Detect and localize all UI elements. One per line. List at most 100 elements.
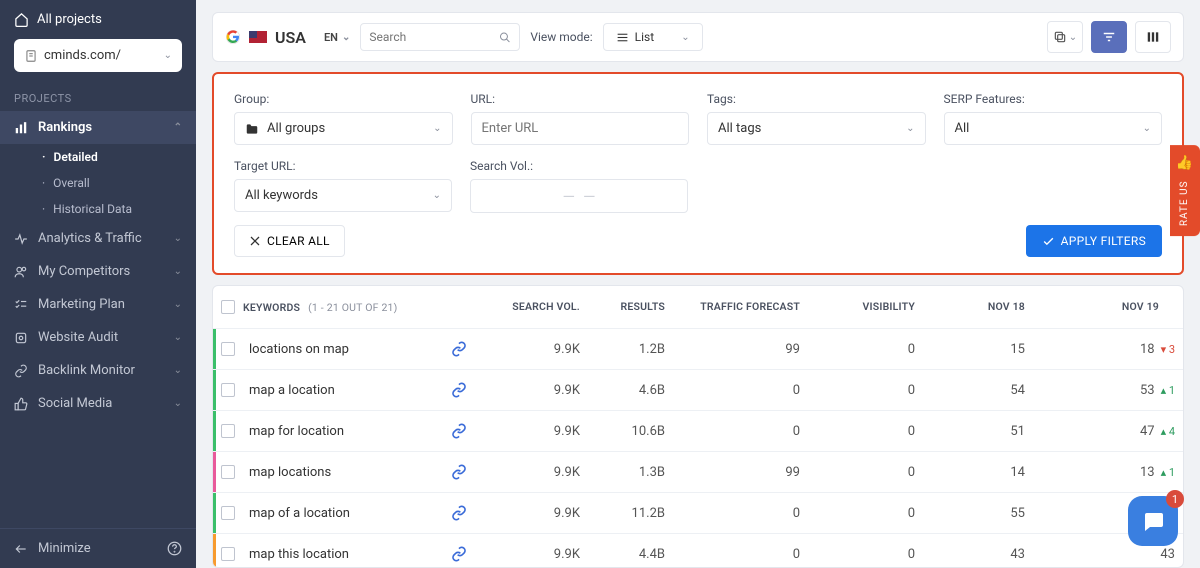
header-traffic-forecast[interactable]: TRAFFIC FORECAST: [673, 286, 808, 328]
chevron-down-icon: ⌄: [174, 332, 182, 343]
link-icon[interactable]: [451, 505, 467, 521]
clear-all-button[interactable]: CLEAR ALL: [234, 225, 345, 257]
row-checkbox[interactable]: [221, 424, 235, 438]
header-search-vol[interactable]: SEARCH VOL.: [483, 286, 588, 328]
link-icon[interactable]: [451, 464, 467, 480]
folder-icon: [245, 122, 259, 136]
columns-button[interactable]: [1135, 21, 1171, 53]
header-results[interactable]: RESULTS: [588, 286, 673, 328]
cell-date2: 47▴ 4: [1033, 411, 1183, 451]
chat-icon: [1141, 509, 1165, 533]
all-projects-link[interactable]: All projects: [14, 12, 182, 27]
link-icon: [14, 364, 28, 378]
filter-icon: [1102, 30, 1116, 44]
url-input[interactable]: [482, 121, 679, 136]
search-input[interactable]: [369, 30, 499, 44]
nav-competitors[interactable]: My Competitors ⌄: [0, 255, 196, 288]
chevron-down-icon: ⌄: [906, 123, 914, 134]
project-selector[interactable]: cminds.com/ ⌄: [14, 39, 182, 72]
cell-traffic-forecast: 99: [673, 452, 808, 492]
search-icon: [499, 31, 511, 44]
project-name: cminds.com/: [44, 48, 121, 63]
list-icon: [616, 31, 629, 44]
language-selector[interactable]: EN ⌄: [324, 31, 350, 44]
chevron-down-icon: ⌄: [174, 299, 182, 310]
thumb-up-icon: [14, 397, 28, 411]
row-checkbox[interactable]: [221, 342, 235, 356]
serp-select[interactable]: All ⌄: [944, 112, 1163, 145]
filter-toggle-button[interactable]: [1091, 21, 1127, 53]
country-selector[interactable]: USA EN ⌄: [225, 28, 350, 47]
cell-date1: 51: [923, 411, 1033, 451]
group-select[interactable]: All groups ⌄: [234, 112, 453, 145]
group-label: Group:: [234, 92, 453, 106]
nav-rankings[interactable]: Rankings ⌃: [0, 111, 196, 144]
cell-results: 10.6B: [588, 411, 673, 451]
tags-select[interactable]: All tags ⌄: [707, 112, 926, 145]
url-input-wrap[interactable]: [471, 112, 690, 145]
table-row[interactable]: map locations9.9K1.3B9901413▴ 1: [213, 452, 1183, 493]
link-icon[interactable]: [451, 546, 467, 562]
row-checkbox[interactable]: [221, 465, 235, 479]
table-row[interactable]: map of a location9.9K11.2B0055▾ 5: [213, 493, 1183, 534]
chevron-down-icon: ⌄: [164, 50, 172, 61]
checklist-icon: [14, 298, 28, 312]
cell-results: 11.2B: [588, 493, 673, 533]
cell-visibility: 0: [808, 493, 923, 533]
keyword-name: map locations: [249, 465, 331, 480]
columns-icon: [1146, 30, 1160, 44]
rate-us-tab[interactable]: RATE US 👍: [1170, 145, 1200, 236]
nav-sub-overall[interactable]: Overall: [0, 170, 196, 196]
cell-date1: 55: [923, 493, 1033, 533]
keyword-name: map this location: [249, 547, 349, 562]
cell-traffic-forecast: 0: [673, 370, 808, 410]
row-checkbox[interactable]: [221, 547, 235, 561]
header-date2[interactable]: NOV 19: [1033, 286, 1183, 328]
cell-visibility: 0: [808, 329, 923, 369]
cell-traffic-forecast: 99: [673, 329, 808, 369]
cell-date2: 13▴ 1: [1033, 452, 1183, 492]
header-date1[interactable]: NOV 18: [923, 286, 1033, 328]
link-icon[interactable]: [451, 423, 467, 439]
cell-visibility: 0: [808, 370, 923, 410]
viewmode-selector[interactable]: List ⌄: [603, 23, 703, 51]
row-checkbox[interactable]: [221, 383, 235, 397]
copy-button[interactable]: ⌄: [1047, 21, 1083, 53]
select-all-checkbox[interactable]: [221, 300, 235, 314]
country-label: USA: [275, 28, 306, 47]
table-row[interactable]: map for location9.9K10.6B005147▴ 4: [213, 411, 1183, 452]
scan-icon: [14, 331, 28, 345]
link-icon[interactable]: [451, 341, 467, 357]
filter-panel: Group: All groups ⌄ URL: Tags: All tags …: [212, 72, 1184, 275]
table-row[interactable]: locations on map9.9K1.2B9901518▾ 3: [213, 329, 1183, 370]
nav-marketing[interactable]: Marketing Plan ⌄: [0, 288, 196, 321]
nav-label: Backlink Monitor: [38, 363, 135, 378]
header-visibility[interactable]: VISIBILITY: [808, 286, 923, 328]
nav-analytics[interactable]: Analytics & Traffic ⌄: [0, 222, 196, 255]
table-row[interactable]: map a location9.9K4.6B005453▴ 1: [213, 370, 1183, 411]
chevron-down-icon: ⌄: [174, 365, 182, 376]
chevron-down-icon: ⌄: [174, 266, 182, 277]
cell-results: 4.6B: [588, 370, 673, 410]
delta-up: ▴ 4: [1161, 425, 1175, 438]
target-url-select[interactable]: All keywords ⌄: [234, 179, 452, 212]
search-box[interactable]: [360, 23, 520, 51]
minimize-button[interactable]: Minimize: [14, 541, 91, 556]
nav-sub-historical[interactable]: Historical Data: [0, 196, 196, 222]
chevron-down-icon: ⌄: [681, 32, 689, 43]
nav-sub-detailed[interactable]: Detailed: [0, 144, 196, 170]
cell-search-vol: 9.9K: [483, 493, 588, 533]
nav-backlink[interactable]: Backlink Monitor ⌄: [0, 354, 196, 387]
nav-audit[interactable]: Website Audit ⌄: [0, 321, 196, 354]
row-checkbox[interactable]: [221, 506, 235, 520]
cell-visibility: 0: [808, 452, 923, 492]
chat-button[interactable]: 1: [1128, 496, 1178, 546]
table-row[interactable]: map this location9.9K4.4B004343: [213, 534, 1183, 568]
nav-label: Website Audit: [38, 330, 118, 345]
help-icon[interactable]: [167, 541, 182, 556]
link-icon[interactable]: [451, 382, 467, 398]
cell-results: 4.4B: [588, 534, 673, 568]
search-vol-range[interactable]: — —: [470, 179, 688, 213]
apply-filters-button[interactable]: APPLY FILTERS: [1026, 225, 1162, 257]
nav-social[interactable]: Social Media ⌄: [0, 387, 196, 420]
